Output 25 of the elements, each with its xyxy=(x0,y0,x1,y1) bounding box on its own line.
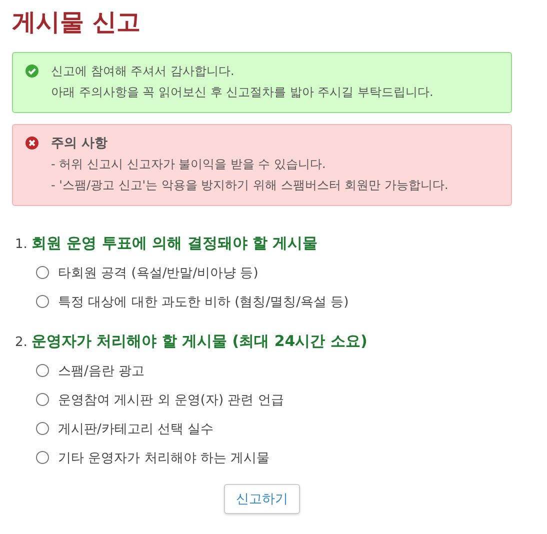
radio-button[interactable] xyxy=(36,393,49,406)
error-icon xyxy=(25,136,39,150)
option-label[interactable]: 스팸/음란 광고 xyxy=(58,362,145,380)
section-number: 2. xyxy=(15,334,28,352)
section-number: 1. xyxy=(15,236,28,254)
page-title: 게시물 신고 xyxy=(12,7,142,38)
alert-text: - '스팸/광고 신고'는 악용을 방지하기 위해 스팸버스터 회원만 가능합니다. xyxy=(51,177,448,194)
section-heading: 운영자가 처리해야 할 게시물 (최대 24시간 소요) xyxy=(31,331,368,352)
check-icon xyxy=(25,64,39,78)
option-label[interactable]: 운영참여 게시판 외 운영(자) 관련 언급 xyxy=(58,390,284,408)
report-button[interactable]: 신고하기 xyxy=(224,484,300,514)
alert-text: 아래 주의사항을 꼭 읽어보신 후 신고절차를 밟아 주시길 부탁드립니다. xyxy=(51,84,434,101)
option-label[interactable]: 타회원 공격 (욕설/반말/비아냥 등) xyxy=(58,264,258,282)
radio-button[interactable] xyxy=(36,422,49,435)
option-label[interactable]: 기타 운영자가 처리해야 하는 게시물 xyxy=(58,448,270,466)
radio-button[interactable] xyxy=(36,266,49,279)
alert-text: - 허위 신고시 신고자가 불이익을 받을 수 있습니다. xyxy=(51,156,327,173)
section-heading: 회원 운영 투표에 의해 결정돼야 할 게시물 xyxy=(31,233,318,254)
alert-heading: 주의 사항 xyxy=(51,135,109,153)
option-label[interactable]: 게시판/카테고리 선택 실수 xyxy=(58,420,214,438)
alert-text: 신고에 참여해 주셔서 감사합니다. xyxy=(51,63,236,80)
radio-button[interactable] xyxy=(36,295,49,308)
radio-button[interactable] xyxy=(36,451,49,464)
radio-button[interactable] xyxy=(36,364,49,377)
option-label[interactable]: 특정 대상에 대한 과도한 비하 (혐칭/멸칭/욕설 등) xyxy=(58,292,349,310)
